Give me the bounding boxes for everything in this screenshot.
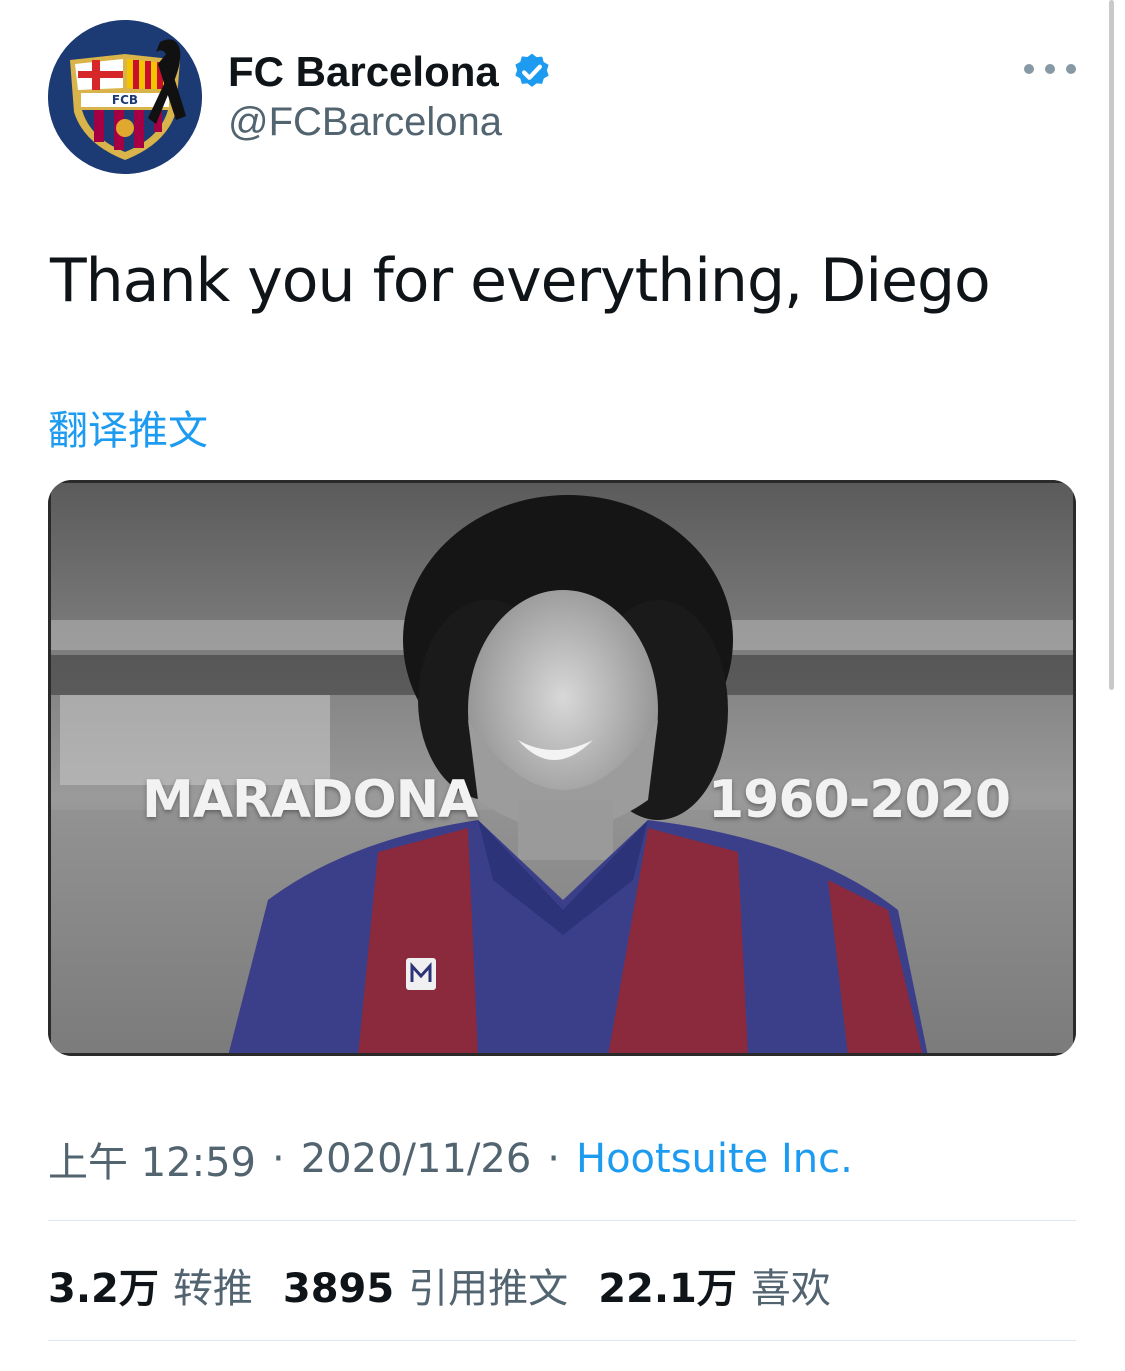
tweet-meta: 上午 12:59 · 2020/11/26 · Hootsuite Inc. <box>48 1130 853 1188</box>
translate-tweet-link[interactable]: 翻译推文 <box>48 398 208 456</box>
avatar[interactable]: FCB <box>48 20 202 174</box>
stat-label: 引用推文 <box>408 1266 569 1312</box>
more-horizontal-icon <box>1024 64 1034 74</box>
tweet-time: 上午 12:59 <box>48 1140 256 1186</box>
player-photo <box>48 480 1076 1056</box>
image-overlay-years: 1960-2020 <box>708 770 1011 830</box>
stat-label: 喜欢 <box>750 1266 831 1312</box>
svg-text:FCB: FCB <box>112 93 138 107</box>
stat-value: 3.2万 <box>48 1266 159 1312</box>
more-horizontal-icon <box>1066 64 1076 74</box>
stat-value: 3895 <box>282 1266 395 1312</box>
likes-stat[interactable]: 22.1万 喜欢 <box>598 1256 831 1314</box>
quote-tweets-stat[interactable]: 3895 引用推文 <box>283 1256 568 1314</box>
scrollbar[interactable] <box>1109 0 1114 690</box>
retweets-stat[interactable]: 3.2万 转推 <box>48 1256 253 1314</box>
image-overlay-name: MARADONA <box>142 770 478 830</box>
verified-badge-icon <box>515 53 549 87</box>
stat-value: 22.1万 <box>598 1266 737 1312</box>
meta-separator: · <box>272 1136 285 1182</box>
tweet-stats: 3.2万 转推 3895 引用推文 22.1万 喜欢 <box>48 1256 861 1314</box>
user-handle[interactable]: @FCBarcelona <box>228 100 502 145</box>
divider <box>48 1220 1076 1221</box>
meta-separator: · <box>547 1136 560 1182</box>
stat-label: 转推 <box>172 1266 253 1312</box>
tweet-text: Thank you for everything, Diego <box>50 246 991 316</box>
tweet-source-link[interactable]: Hootsuite Inc. <box>576 1136 853 1182</box>
fc-barcelona-crest-icon: FCB <box>48 20 202 174</box>
tweet-date: 2020/11/26 <box>300 1136 532 1182</box>
tweet-image[interactable]: MARADONA 1960-2020 <box>48 480 1076 1056</box>
divider <box>48 1340 1076 1341</box>
name-row: FC Barcelona <box>228 44 553 100</box>
more-horizontal-icon <box>1045 64 1055 74</box>
display-name[interactable]: FC Barcelona <box>228 48 499 96</box>
more-options-button[interactable] <box>1024 54 1076 84</box>
